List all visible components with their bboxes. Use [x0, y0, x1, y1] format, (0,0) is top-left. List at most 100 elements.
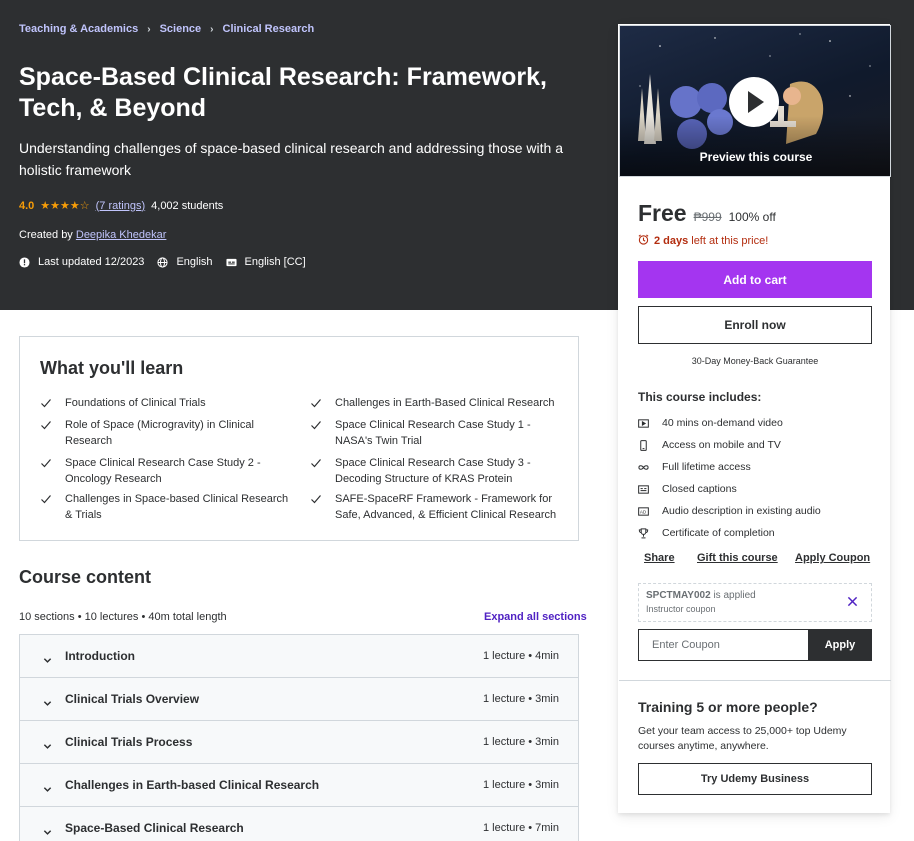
- includes-item: Access on mobile and TV: [638, 439, 781, 451]
- breadcrumb-item-clinical-research[interactable]: Clinical Research: [223, 23, 315, 35]
- learn-item-text: Space Clinical Research Case Study 1 - N…: [335, 419, 531, 447]
- svg-text:AD: AD: [640, 509, 647, 514]
- audio-description-icon: AD: [638, 506, 649, 517]
- includes-item: Closed captions: [638, 483, 737, 495]
- ratings-count-link[interactable]: (7 ratings): [96, 200, 146, 212]
- course-preview[interactable]: Preview this course: [619, 25, 891, 177]
- section-row[interactable]: Clinical Trials Process 1 lecture • 3min: [20, 721, 578, 764]
- coupon-type: Instructor coupon: [646, 604, 716, 614]
- mobile-icon: [638, 439, 649, 451]
- learn-item: Role of Space (Microgravity) in Clinical…: [41, 418, 275, 449]
- divider: [619, 680, 891, 681]
- chevron-down-icon: [43, 781, 52, 792]
- team-training-title: Training 5 or more people?: [638, 699, 818, 715]
- learn-item-text: Space Clinical Research Case Study 3 - D…: [335, 457, 531, 485]
- includes-text: Access on mobile and TV: [662, 439, 781, 451]
- breadcrumb-item-science[interactable]: Science: [160, 23, 202, 35]
- chevron-down-icon: [43, 738, 52, 749]
- check-icon: [40, 419, 52, 431]
- course-language: English: [176, 256, 213, 268]
- check-icon: [310, 397, 322, 409]
- closed-captions-icon: [225, 257, 237, 268]
- learn-item: Challenges in Earth-Based Clinical Resea…: [311, 396, 565, 412]
- price-row: Free ₱999 100% off: [638, 200, 776, 227]
- coupon-input[interactable]: Enter Coupon: [638, 629, 809, 661]
- check-icon: [310, 419, 322, 431]
- section-title: Clinical Trials Process: [65, 735, 193, 749]
- preview-label: Preview this course: [699, 150, 813, 164]
- star-rating-icon: ★★★★☆: [40, 200, 90, 212]
- includes-text: Audio description in existing audio: [662, 505, 821, 517]
- learn-item-text: Space Clinical Research Case Study 2 - O…: [65, 457, 261, 485]
- students-count: 4,002 students: [151, 199, 224, 212]
- purchase-sidebar: Preview this course Free ₱999 100% off 2…: [618, 24, 891, 813]
- money-back-guarantee: 30-Day Money-Back Guarantee: [691, 356, 819, 366]
- course-content-meta: 10 sections • 10 lectures • 40m total le…: [19, 611, 227, 623]
- apply-coupon-link[interactable]: Apply Coupon: [795, 552, 870, 564]
- add-to-cart-button[interactable]: Add to cart: [638, 261, 872, 298]
- coupon-code: SPCTMAY002: [646, 590, 711, 601]
- check-icon: [310, 493, 322, 505]
- enroll-now-button[interactable]: Enroll now: [638, 306, 872, 344]
- play-icon[interactable]: [729, 77, 779, 127]
- coupon-applied-text: is applied: [713, 590, 756, 601]
- rating-value: 4.0: [19, 199, 35, 212]
- alert-badge-icon: [19, 256, 30, 268]
- rating-row: 4.0 ★★★★☆ (7 ratings) 4,002 students: [19, 199, 224, 213]
- includes-item: Certificate of completion: [638, 527, 775, 539]
- learn-item: Space Clinical Research Case Study 2 - O…: [41, 456, 275, 487]
- what-you-will-learn: What you'll learn Foundations of Clinica…: [19, 336, 579, 541]
- section-info: 1 lecture • 3min: [483, 693, 559, 705]
- check-icon: [40, 397, 52, 409]
- learn-item-text: Foundations of Clinical Trials: [65, 397, 206, 409]
- coupon-code-line: SPCTMAY002 is applied: [646, 590, 756, 601]
- learn-item-text: SAFE-SpaceRF Framework - Framework for S…: [335, 493, 557, 521]
- discount-timer: 2 days left at this price!: [638, 234, 768, 248]
- created-by: Created by Deepika Khedekar: [19, 229, 166, 241]
- learn-item: Foundations of Clinical Trials: [41, 396, 295, 412]
- breadcrumb: Teaching & Academics › Science › Clinica…: [19, 23, 314, 35]
- section-title: Clinical Trials Overview: [65, 692, 200, 706]
- section-row[interactable]: Space-Based Clinical Research 1 lecture …: [20, 807, 578, 841]
- price-original: ₱999: [693, 210, 722, 224]
- share-link[interactable]: Share: [644, 552, 675, 564]
- learn-item: Space Clinical Research Case Study 3 - D…: [311, 456, 545, 487]
- expand-all-sections-button[interactable]: Expand all sections: [484, 611, 587, 623]
- created-by-label: Created by: [19, 229, 73, 241]
- last-updated: Last updated 12/2023: [38, 256, 145, 268]
- remove-coupon-close-icon[interactable]: [847, 594, 858, 607]
- course-content-title: Course content: [19, 567, 152, 587]
- section-title: Space-Based Clinical Research: [65, 821, 244, 835]
- chevron-down-icon: [43, 652, 52, 663]
- timer-text: left at this price!: [691, 235, 769, 247]
- chevron-down-icon: [43, 695, 52, 706]
- section-info: 1 lecture • 7min: [483, 822, 559, 834]
- section-row[interactable]: Challenges in Earth-based Clinical Resea…: [20, 764, 578, 807]
- alarm-clock-icon: [638, 234, 649, 248]
- curriculum-sections: Introduction 1 lecture • 4min Clinical T…: [19, 634, 579, 841]
- gift-course-link[interactable]: Gift this course: [697, 552, 778, 564]
- learn-item-text: Role of Space (Microgravity) in Clinical…: [65, 419, 254, 447]
- breadcrumb-item-teaching[interactable]: Teaching & Academics: [19, 23, 138, 35]
- section-title: Challenges in Earth-based Clinical Resea…: [65, 778, 320, 792]
- includes-title: This course includes:: [638, 390, 762, 404]
- trophy-icon: [638, 527, 649, 539]
- instructor-link[interactable]: Deepika Khedekar: [76, 229, 167, 241]
- price-current: Free: [638, 200, 687, 226]
- course-subtitle: Understanding challenges of space-based …: [19, 140, 563, 178]
- learn-item: Space Clinical Research Case Study 1 - N…: [311, 418, 545, 449]
- try-udemy-business-button[interactable]: Try Udemy Business: [638, 763, 872, 795]
- includes-text: Full lifetime access: [662, 461, 751, 473]
- section-info: 1 lecture • 4min: [483, 650, 559, 662]
- includes-item: AD Audio description in existing audio: [638, 505, 821, 517]
- chevron-right-icon: ›: [210, 23, 214, 35]
- apply-coupon-button[interactable]: Apply: [808, 629, 872, 661]
- infinity-icon: [638, 462, 649, 473]
- includes-text: 40 mins on-demand video: [662, 417, 783, 429]
- course-captions: English [CC]: [244, 256, 306, 268]
- price-discount: 100% off: [728, 210, 776, 224]
- section-row[interactable]: Clinical Trials Overview 1 lecture • 3mi…: [20, 678, 578, 721]
- section-row[interactable]: Introduction 1 lecture • 4min: [20, 635, 578, 678]
- chevron-down-icon: [43, 824, 52, 835]
- team-training-description: Get your team access to 25,000+ top Udem…: [638, 725, 847, 752]
